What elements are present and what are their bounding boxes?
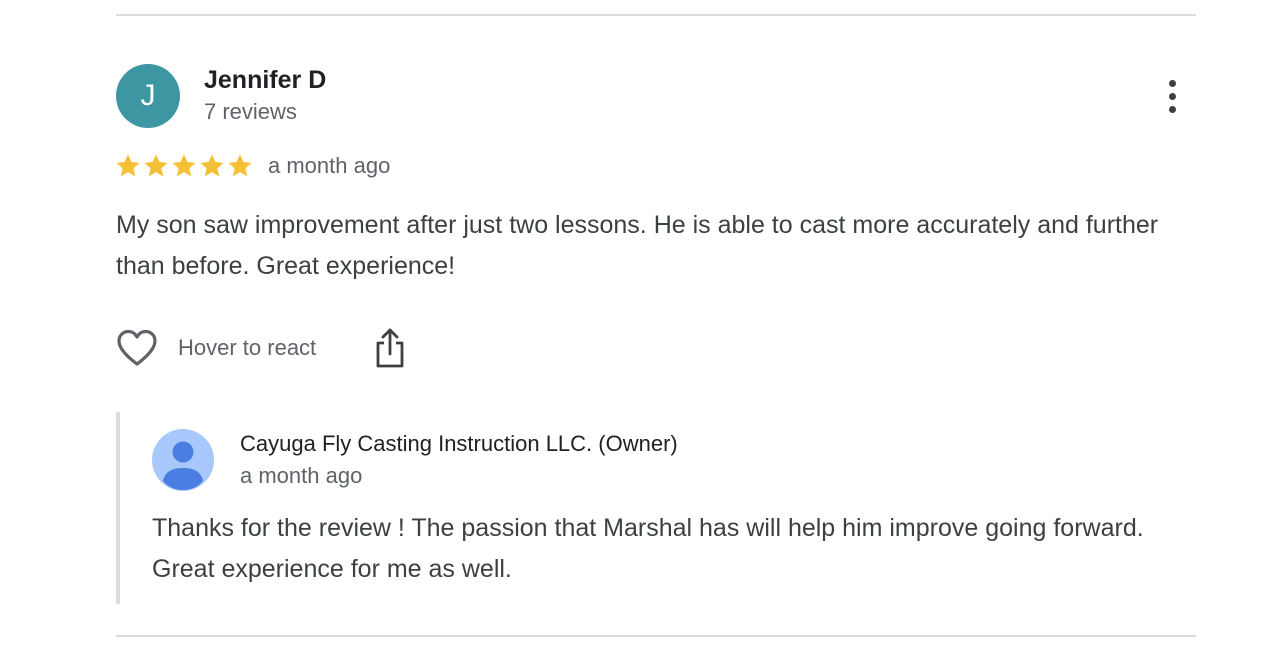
more-vert-icon-dot xyxy=(1168,92,1176,100)
review-card: J Jennifer D 7 reviews a month ago My so… xyxy=(0,0,1268,662)
star-icon xyxy=(144,154,168,177)
stars xyxy=(114,152,254,180)
top-divider xyxy=(116,14,1196,16)
bottom-divider xyxy=(116,635,1196,637)
reviewer-name[interactable]: Jennifer D xyxy=(204,66,326,95)
star-rating: a month ago xyxy=(114,150,390,182)
star-icon xyxy=(172,154,196,177)
owner-reply: Cayuga Fly Casting Instruction LLC. (Own… xyxy=(116,412,1200,604)
owner-name: Cayuga Fly Casting Instruction LLC. (Own… xyxy=(240,431,678,456)
more-options-button[interactable] xyxy=(1156,76,1188,116)
react-button[interactable]: Hover to react xyxy=(116,329,316,367)
more-vert-icon xyxy=(1168,79,1176,87)
reviewer-avatar[interactable]: J xyxy=(116,64,180,128)
review-text: My son saw improvement after just two le… xyxy=(116,211,1159,280)
star-icon xyxy=(228,154,252,177)
person-icon xyxy=(152,429,214,491)
reviewer-review-count[interactable]: 7 reviews xyxy=(204,99,297,125)
review-date: a month ago xyxy=(268,153,391,178)
owner-reply-text: Thanks for the review ! The passion that… xyxy=(152,514,1144,583)
heart-outline-icon xyxy=(117,329,157,366)
star-icon xyxy=(116,154,140,177)
more-vert-icon-dot xyxy=(1168,105,1176,113)
share-button[interactable] xyxy=(374,327,406,369)
owner-reply-date: a month ago xyxy=(240,463,363,488)
share-icon xyxy=(376,328,404,368)
star-icon xyxy=(200,154,224,177)
review-actions: Hover to react xyxy=(116,326,406,370)
react-label: Hover to react xyxy=(178,335,317,360)
